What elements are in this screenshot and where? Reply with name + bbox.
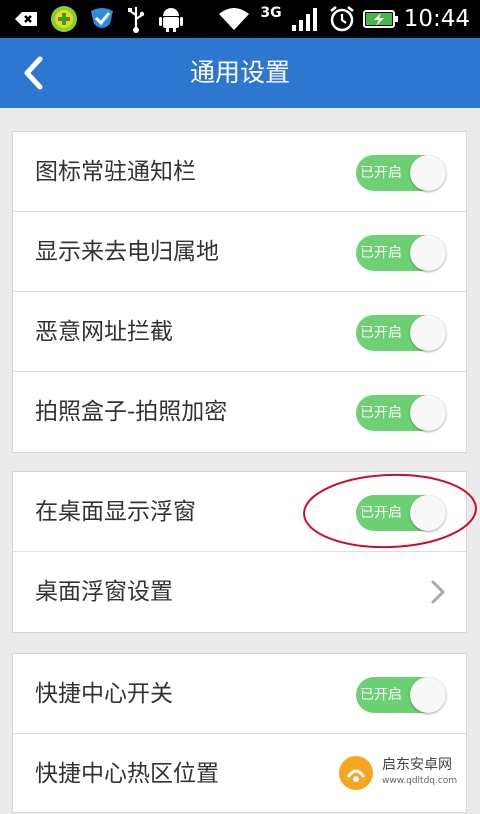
title-bar: 通用设置	[0, 38, 480, 108]
setting-row-caller-location[interactable]: 显示来去电归属地 已开启	[13, 212, 466, 292]
toggle-knob	[410, 677, 446, 713]
android-icon	[156, 0, 186, 38]
clock: 10:44	[403, 6, 470, 32]
toggle-state-label: 已开启	[360, 405, 402, 421]
signal-icon	[288, 0, 322, 38]
setting-label: 图标常驻通知栏	[35, 159, 196, 185]
setting-label: 快捷中心开关	[35, 681, 173, 707]
back-arrow-icon	[10, 0, 42, 38]
back-button[interactable]	[8, 48, 58, 98]
toggle-switch[interactable]: 已开启	[356, 315, 446, 351]
setting-row-desktop-float[interactable]: 在桌面显示浮窗 已开启	[13, 472, 466, 552]
settings-group-floating-window: 在桌面显示浮窗 已开启 桌面浮窗设置	[12, 471, 467, 633]
watermark-logo: 启东安卓网 www.qdltdq.com	[336, 748, 476, 798]
toggle-state-label: 已开启	[360, 687, 402, 703]
setting-label: 恶意网址拦截	[35, 319, 173, 345]
setting-label: 桌面浮窗设置	[35, 579, 173, 605]
setting-row-float-settings[interactable]: 桌面浮窗设置	[13, 552, 466, 632]
setting-label: 在桌面显示浮窗	[35, 499, 196, 525]
watermark-url: www.qdltdq.com	[382, 776, 458, 786]
status-bar: 3G 10:44	[0, 0, 480, 38]
toggle-knob	[410, 235, 446, 271]
toggle-knob	[410, 495, 446, 531]
setting-label: 显示来去电归属地	[35, 239, 219, 265]
toggle-state-label: 已开启	[360, 505, 402, 521]
watermark-name: 启东安卓网	[382, 757, 452, 773]
battery-charging-icon	[362, 0, 400, 38]
toggle-state-label: 已开启	[360, 165, 402, 181]
toggle-state-label: 已开启	[360, 325, 402, 341]
setting-label: 快捷中心热区位置	[35, 761, 219, 787]
chevron-left-icon	[24, 56, 43, 90]
toggle-switch[interactable]: 已开启	[356, 677, 446, 713]
setting-row-malicious-url-block[interactable]: 恶意网址拦截 已开启	[13, 292, 466, 372]
watermark-icon	[339, 756, 373, 790]
setting-label: 拍照盒子-拍照加密	[35, 399, 228, 425]
wifi-icon	[216, 0, 252, 38]
toggle-knob	[410, 395, 446, 431]
shield-check-icon	[86, 0, 118, 38]
toggle-switch[interactable]: 已开启	[356, 495, 446, 531]
chevron-right-icon	[431, 580, 445, 604]
settings-group-general: 图标常驻通知栏 已开启 显示来去电归属地 已开启 恶意网址拦截 已开启 拍照盒子…	[12, 131, 467, 453]
toggle-state-label: 已开启	[360, 245, 402, 261]
toggle-knob	[410, 155, 446, 191]
page-title: 通用设置	[189, 58, 290, 87]
toggle-knob	[410, 315, 446, 351]
setting-row-quick-center-switch[interactable]: 快捷中心开关 已开启	[13, 654, 466, 734]
toggle-switch[interactable]: 已开启	[356, 155, 446, 191]
setting-row-notification-icon[interactable]: 图标常驻通知栏 已开启	[13, 132, 466, 212]
alarm-icon	[326, 0, 358, 38]
plus-badge-icon	[48, 0, 80, 38]
usb-icon	[122, 0, 150, 38]
toggle-switch[interactable]: 已开启	[356, 235, 446, 271]
setting-row-photo-box-encrypt[interactable]: 拍照盒子-拍照加密 已开启	[13, 372, 466, 452]
toggle-switch[interactable]: 已开启	[356, 395, 446, 431]
network-label: 3G	[260, 5, 282, 21]
